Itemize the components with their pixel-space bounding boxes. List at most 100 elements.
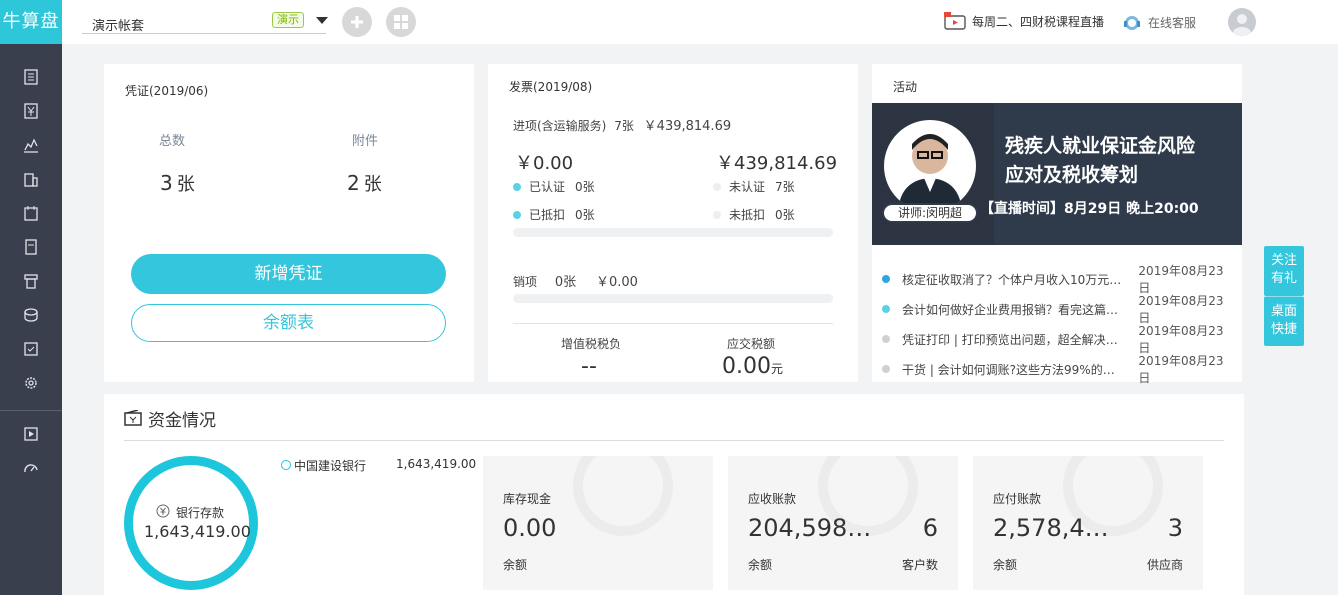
apps-button[interactable] [386,7,416,37]
sidebar-item-report[interactable] [0,128,62,162]
invoice-card: 发票(2019/08) 进项(含运输服务) 7张 ￥439,814.69 ￥0.… [488,64,858,382]
undeducted-dot [713,210,721,219]
coins-icon [24,308,38,322]
divider [513,323,833,324]
payable-count: 3 [1167,514,1183,542]
output-tax-count: 0张 [554,275,577,290]
payable-tile[interactable]: 应付账款 2,578,460.00 3 余额 供应商 [973,456,1203,590]
sidebar-item-tax[interactable] [0,264,62,298]
sidebar-item-settings[interactable] [0,366,62,400]
news-dot [882,335,890,343]
news-dot [882,275,890,283]
sidebar-item-voucher[interactable] [0,60,62,94]
document-icon [24,69,38,85]
online-service-link[interactable]: 在线客服 [1122,12,1196,32]
deducted-row: 已抵扣 0张 [513,206,595,223]
news-title: 凭证打印 | 打印预览出问题，超全解决方... [902,332,1127,347]
cash-value: 0.00 [503,514,557,542]
activity-banner[interactable]: 讲师:闵明超 残疾人就业保证金风险 应对及税收筹划 【直播时间】8月29日 晚上… [872,103,1242,245]
sidebar-item-speed[interactable] [0,451,62,485]
app-logo[interactable]: 牛算盘 [0,0,62,44]
sidebar-item-assets[interactable] [0,162,62,196]
bank-value: 1,643,419.00 [144,522,251,541]
chevron-down-icon[interactable] [316,17,328,24]
add-button[interactable] [342,7,372,37]
news-title: 会计如何做好企业费用报销？看完这篇就... [902,302,1127,317]
news-title: 核定征收取消了？个体户月收入10万元以... [902,272,1127,287]
follow-gift-button[interactable]: 关注 有礼 [1264,246,1304,296]
news-item[interactable]: 凭证打印 | 打印预览出问题，超全解决方... 2019年08月23日 [882,322,1234,356]
payable-bottom-label: 余额 [993,558,1018,572]
tax-due-value: 0.00 [722,354,771,379]
news-dot [882,365,890,373]
top-bar: 演示帐套 演示 每周二、四财税课程直播 在线客服 [62,0,1338,44]
uncertified-amount: ￥439,814.69 [716,153,838,174]
balance-sheet-button[interactable]: 余额表 [131,304,446,342]
check-doc-icon [24,342,38,356]
add-voucher-button[interactable]: 新增凭证 [131,254,446,294]
tax-icon [24,274,38,289]
desktop-shortcut-button[interactable]: 桌面 快捷 [1264,296,1304,346]
sidebar-item-check[interactable] [0,332,62,366]
news-date: 2019年08月23日 [1138,354,1224,385]
live-course-text: 每周二、四财税课程直播 [972,14,1105,29]
sidebar-item-invoice[interactable] [0,230,62,264]
follow-line1: 关注 [1270,253,1297,268]
receipt-icon [25,239,37,255]
account-selector[interactable]: 演示帐套 演示 [82,10,328,34]
banner-time: 【直播时间】8月29日 晚上20:00 [980,201,1199,217]
cash-tile[interactable]: 库存现金 0.00 余额 [483,456,713,590]
building-icon [24,173,38,187]
voucher-attach-value: 2 [347,171,360,195]
plus-icon [351,16,363,28]
lecturer-portrait-icon [898,134,962,212]
news-item[interactable]: 核定征收取消了？个体户月收入10万元以... 2019年08月23日 [882,262,1234,296]
person-icon [1233,14,1251,36]
legend-bank-name: 中国建设银行 [294,459,367,473]
voucher-total-unit: 张 [176,174,195,195]
payable-title: 应付账款 [993,492,1042,506]
funds-title: 资金情况 [148,411,216,431]
sidebar: 牛算盘 [0,0,62,595]
uncertified-count: 7张 [775,180,795,194]
vat-burden-value: -- [581,354,597,379]
output-tax-label: 销项 [513,275,538,289]
input-tax-amount: ￥439,814.69 [643,119,732,134]
sidebar-item-video[interactable] [0,417,62,451]
input-progress-bar [513,228,833,237]
receivable-count: 6 [922,514,938,542]
payable-count-label: 供应商 [1146,558,1183,572]
sidebar-item-salary[interactable] [0,298,62,332]
follow-line2: 有礼 [1270,271,1297,286]
activity-card: 活动 讲师:闵明超 残疾人就业保证金风险 应对及税收筹划 【直播时间】8月29日… [872,64,1242,385]
certified-label: 已认证 [529,180,566,194]
legend-dot [281,460,291,470]
vat-burden-label: 增值税税负 [561,337,622,351]
lecturer-photo [884,120,976,212]
legend-bank-value: 1,643,419.00 [396,457,477,471]
tax-due-unit: 元 [770,362,783,376]
output-progress-bar [513,294,833,303]
news-date: 2019年08月23日 [1138,264,1224,295]
gear-icon [25,377,37,389]
play-icon [24,427,38,441]
receivable-title: 应收账款 [748,492,797,506]
live-course-link[interactable]: 每周二、四财税课程直播 [944,12,1104,30]
uncertified-label: 未认证 [729,180,766,194]
sidebar-item-calendar[interactable] [0,196,62,230]
receivable-bottom-label: 余额 [748,558,773,572]
tax-due: 0.00元 [722,354,783,379]
voucher-card: 凭证(2019/06) 总数 附件 3张 2张 新增凭证 余额表 [104,64,474,382]
banner-title-line2: 应对及税收筹划 [1005,164,1139,186]
bank-coin-icon [156,504,170,518]
desktop-line2: 快捷 [1270,322,1297,337]
voucher-attach: 2张 [347,170,382,196]
receivable-value: 204,598.00 [748,514,872,542]
user-avatar[interactable] [1228,8,1256,36]
voucher-total-label: 总数 [159,134,186,149]
input-tax-count: 7张 [614,119,634,133]
receivable-tile[interactable]: 应收账款 204,598.00 6 余额 客户数 [728,456,958,590]
news-item[interactable]: 会计如何做好企业费用报销？看完这篇就... 2019年08月23日 [882,292,1234,326]
news-item[interactable]: 干货 | 会计如何调账?这些方法99%的老会... 2019年08月23日 [882,352,1234,386]
sidebar-item-finance[interactable] [0,94,62,128]
